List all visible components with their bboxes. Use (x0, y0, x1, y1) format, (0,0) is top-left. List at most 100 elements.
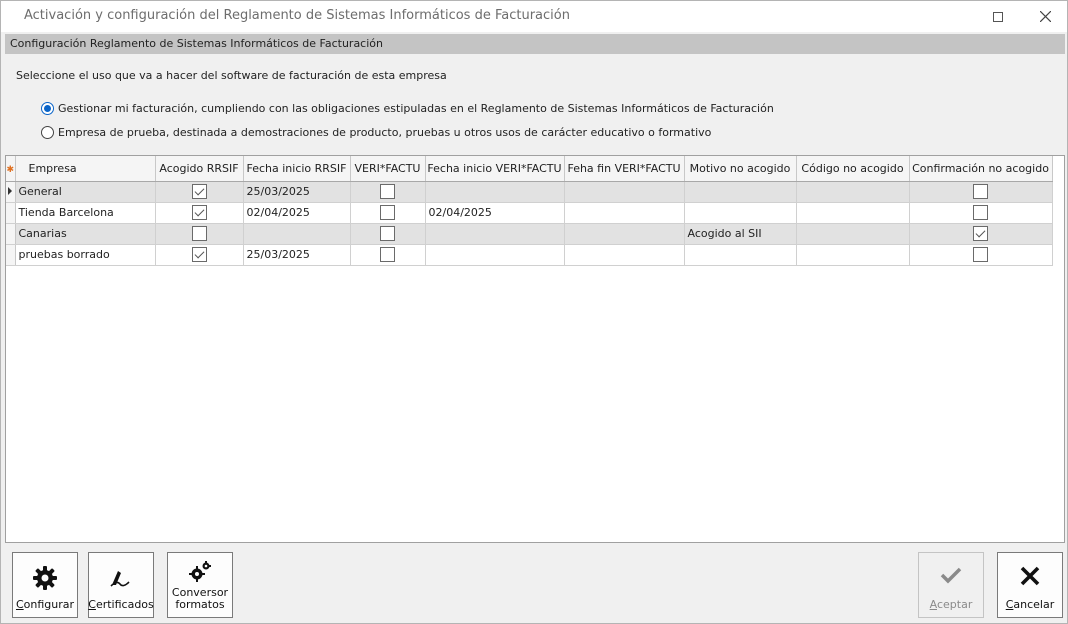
certificados-label: Certificados (88, 598, 154, 611)
column-empresa[interactable]: Empresa (15, 156, 156, 182)
checkbox-confirmacion[interactable] (973, 205, 988, 220)
companies-table: ✱ Empresa Acogido RRSIF Fecha inicio RRS… (6, 156, 1053, 266)
title-bar: Activación y configuración del Reglament… (1, 1, 1067, 32)
table-row[interactable]: pruebas borrado 25/03/2025 (6, 244, 1053, 266)
checkbox-confirmacion[interactable] (973, 184, 988, 199)
cell-confirmacion[interactable] (909, 244, 1053, 266)
cell-fecha-fin-verifactu[interactable] (564, 202, 685, 224)
cell-confirmacion[interactable] (909, 202, 1053, 224)
close-icon (1039, 11, 1051, 22)
cell-fecha-inicio-rrsif[interactable] (243, 223, 351, 245)
radio-prueba[interactable] (41, 125, 54, 139)
option-prueba[interactable]: Empresa de prueba, destinada a demostrac… (41, 124, 711, 140)
row-indicator-header: ✱ (6, 156, 16, 182)
cell-verifactu[interactable] (350, 181, 426, 203)
cell-fecha-fin-verifactu[interactable] (564, 181, 685, 203)
cell-motivo[interactable]: Acogido al SII (684, 223, 797, 245)
cell-acogido[interactable] (155, 202, 244, 224)
signature-icon (89, 565, 153, 589)
row-indicator[interactable] (6, 223, 16, 245)
table-row[interactable]: Canarias Acogido al SII (6, 223, 1053, 245)
cell-acogido[interactable] (155, 223, 244, 245)
cell-confirmacion[interactable] (909, 181, 1053, 203)
cell-motivo[interactable] (684, 181, 797, 203)
checkbox-acogido[interactable] (191, 247, 207, 262)
cell-fecha-inicio-verifactu[interactable] (425, 223, 565, 245)
certificados-button[interactable]: Certificados (88, 552, 154, 618)
column-acogido-rrsif[interactable]: Acogido RRSIF (155, 156, 244, 182)
checkbox-verifactu[interactable] (380, 184, 395, 199)
column-fecha-fin-verifactu[interactable]: Feha fin VERI*FACTU (564, 156, 685, 182)
grid-header: ✱ Empresa Acogido RRSIF Fecha inicio RRS… (6, 156, 1053, 182)
companies-grid[interactable]: ✱ Empresa Acogido RRSIF Fecha inicio RRS… (5, 155, 1065, 543)
table-row[interactable]: Tienda Barcelona 02/04/2025 02/04/2025 (6, 202, 1053, 224)
table-row[interactable]: General 25/03/2025 (6, 181, 1053, 203)
conversor-formatos-button[interactable]: Conversor formatos (167, 552, 233, 618)
window-title: Activación y configuración del Reglament… (24, 8, 570, 23)
cancelar-button[interactable]: Cancelar (997, 552, 1063, 618)
section-header: Configuración Reglamento de Sistemas Inf… (5, 34, 1065, 54)
cell-empresa[interactable]: pruebas borrado (15, 244, 156, 266)
new-row-star-icon: ✱ (6, 164, 15, 175)
cell-fecha-inicio-rrsif[interactable]: 25/03/2025 (243, 244, 351, 266)
checkbox-verifactu[interactable] (380, 205, 395, 220)
cell-fecha-fin-verifactu[interactable] (564, 223, 685, 245)
cell-confirmacion[interactable] (909, 223, 1053, 245)
checkbox-verifactu[interactable] (380, 247, 395, 262)
checkbox-confirmacion[interactable] (973, 247, 988, 262)
cell-fecha-inicio-verifactu[interactable]: 02/04/2025 (425, 202, 565, 224)
column-codigo-no-acogido[interactable]: Código no acogido (796, 156, 910, 182)
maximize-icon (993, 11, 1003, 22)
cell-empresa[interactable]: Canarias (15, 223, 156, 245)
cell-fecha-fin-verifactu[interactable] (564, 244, 685, 266)
cell-empresa[interactable]: General (15, 181, 156, 203)
radio-gestionar[interactable] (41, 101, 54, 115)
usage-prompt: Seleccione el uso que va a hacer del sof… (16, 69, 447, 82)
checkbox-acogido[interactable] (191, 205, 207, 220)
checkbox-acogido[interactable] (191, 184, 207, 199)
cell-motivo[interactable] (684, 202, 797, 224)
gear-icon (13, 565, 77, 591)
current-row-arrow-icon (8, 187, 13, 195)
row-indicator[interactable] (6, 181, 16, 203)
close-button[interactable] (1022, 1, 1068, 32)
cell-codigo[interactable] (796, 244, 910, 266)
column-verifactu[interactable]: VERI*FACTU (350, 156, 426, 182)
checkbox-acogido[interactable] (191, 226, 207, 241)
configurar-button[interactable]: Configurar (12, 552, 78, 618)
row-indicator[interactable] (6, 202, 16, 224)
cell-fecha-inicio-rrsif[interactable]: 25/03/2025 (243, 181, 351, 203)
cancelar-label: Cancelar (1005, 598, 1055, 611)
cell-codigo[interactable] (796, 181, 910, 203)
option-gestionar[interactable]: Gestionar mi facturación, cumpliendo con… (41, 100, 774, 116)
cell-fecha-inicio-verifactu[interactable] (425, 244, 565, 266)
option-prueba-label: Empresa de prueba, destinada a demostrac… (58, 125, 712, 139)
checkbox-verifactu[interactable] (380, 226, 395, 241)
section-header-label: Configuración Reglamento de Sistemas Inf… (10, 37, 383, 50)
column-fecha-inicio-rrsif[interactable]: Fecha inicio RRSIF (243, 156, 351, 182)
aceptar-label: Aceptar (929, 598, 973, 611)
cell-verifactu[interactable] (350, 223, 426, 245)
aceptar-button[interactable]: Aceptar (918, 552, 984, 618)
column-confirmacion-no-acogido[interactable]: Confirmación no acogido (909, 156, 1053, 182)
maximize-button[interactable] (975, 1, 1021, 32)
cell-fecha-inicio-rrsif[interactable]: 02/04/2025 (243, 202, 351, 224)
cell-codigo[interactable] (796, 223, 910, 245)
cell-codigo[interactable] (796, 202, 910, 224)
option-gestionar-label: Gestionar mi facturación, cumpliendo con… (58, 101, 774, 115)
column-fecha-inicio-verifactu[interactable]: Fecha inicio VERI*FACTU (425, 156, 565, 182)
cell-verifactu[interactable] (350, 244, 426, 266)
x-icon (998, 565, 1062, 587)
cell-verifactu[interactable] (350, 202, 426, 224)
cell-empresa[interactable]: Tienda Barcelona (15, 202, 156, 224)
cell-acogido[interactable] (155, 181, 244, 203)
column-motivo-no-acogido[interactable]: Motivo no acogido (684, 156, 797, 182)
dialog-window: Activación y configuración del Reglament… (0, 0, 1068, 624)
cell-fecha-inicio-verifactu[interactable] (425, 181, 565, 203)
row-indicator[interactable] (6, 244, 16, 266)
conversor-formatos-label: Conversor formatos (171, 586, 229, 611)
cell-acogido[interactable] (155, 244, 244, 266)
cell-motivo[interactable] (684, 244, 797, 266)
checkbox-confirmacion[interactable] (973, 226, 988, 241)
configurar-label: Configurar (15, 598, 75, 611)
